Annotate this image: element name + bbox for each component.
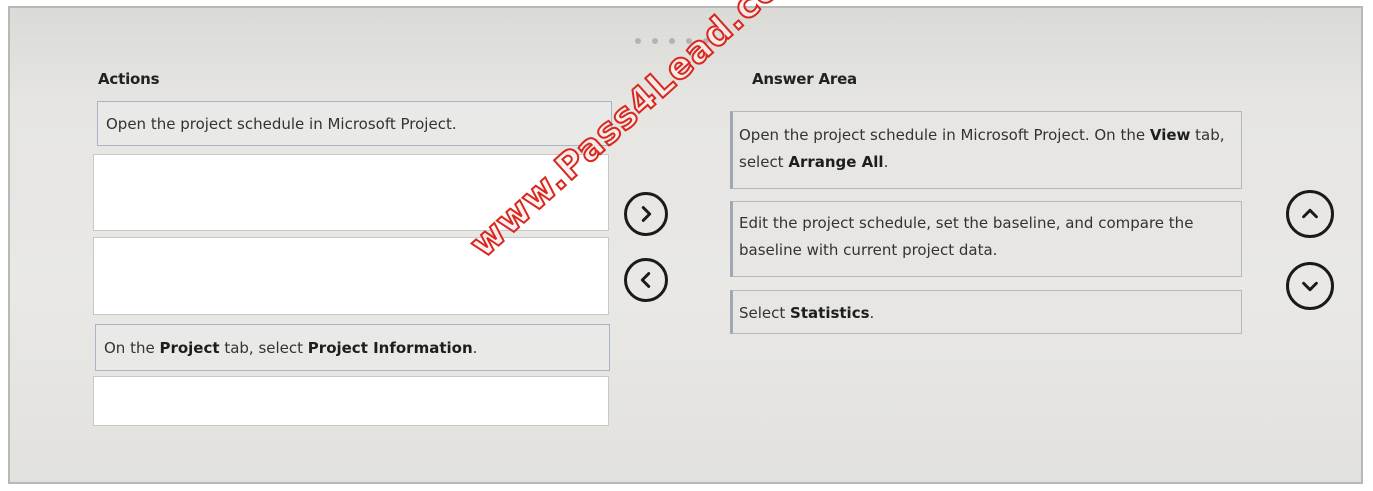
chevron-down-icon	[1302, 281, 1318, 292]
action-empty-slot[interactable]	[93, 237, 609, 315]
item-text: Open the project schedule in Microsoft P…	[106, 115, 457, 133]
page-dot[interactable]	[703, 38, 709, 44]
action-item[interactable]: On the Project tab, select Project Infor…	[95, 324, 610, 371]
item-text: On the	[104, 339, 160, 357]
page-dot[interactable]	[635, 38, 641, 44]
chevron-left-icon	[640, 272, 651, 288]
actions-heading: Actions	[98, 70, 160, 88]
answer-area-heading: Answer Area	[752, 70, 857, 88]
page-dot[interactable]	[686, 38, 692, 44]
action-empty-slot[interactable]	[93, 376, 609, 426]
item-text: Edit the project schedule, set the basel…	[739, 214, 1194, 259]
item-text-bold: Statistics	[790, 304, 870, 322]
item-text-bold: View	[1149, 126, 1191, 144]
item-text: Open the project schedule in Microsoft P…	[739, 126, 1150, 144]
action-item[interactable]: Open the project schedule in Microsoft P…	[97, 101, 612, 146]
answer-item[interactable]: Open the project schedule in Microsoft P…	[730, 111, 1242, 189]
item-text: .	[883, 153, 889, 171]
page-dot[interactable]	[669, 38, 675, 44]
chevron-right-icon	[641, 206, 652, 222]
item-text: .	[869, 304, 875, 322]
action-empty-slot[interactable]	[93, 154, 609, 231]
item-text-bold: Project	[159, 339, 220, 357]
page-indicator	[635, 38, 709, 44]
answer-item[interactable]: Edit the project schedule, set the basel…	[730, 201, 1242, 277]
item-text-bold: Project Information	[307, 339, 473, 357]
answer-item[interactable]: Select Statistics.	[730, 290, 1242, 334]
move-to-actions-button[interactable]	[624, 258, 668, 302]
page-dot[interactable]	[652, 38, 658, 44]
move-up-button[interactable]	[1286, 190, 1334, 238]
move-to-answer-button[interactable]	[624, 192, 668, 236]
item-text: tab, select	[219, 339, 308, 357]
move-down-button[interactable]	[1286, 262, 1334, 310]
item-text: Select	[739, 304, 791, 322]
item-text-bold: Arrange All	[788, 153, 884, 171]
item-text: .	[472, 339, 478, 357]
chevron-up-icon	[1302, 208, 1318, 219]
